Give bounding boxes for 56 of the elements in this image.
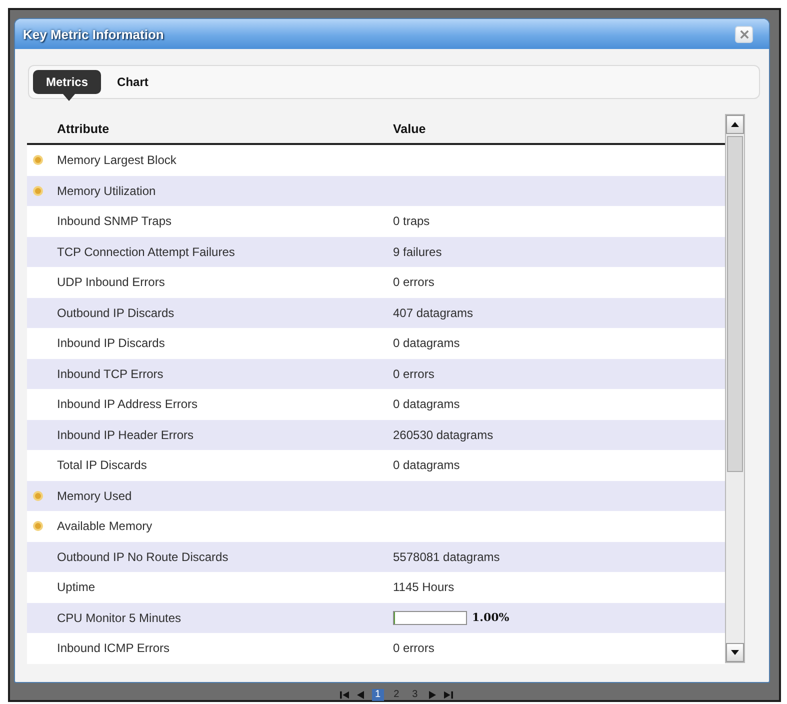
- value-cell: 0 datagrams: [393, 336, 460, 350]
- page-button[interactable]: 1: [372, 689, 384, 701]
- table-row[interactable]: Outbound IP Discards 407 datagrams: [27, 298, 725, 328]
- up-arrow-icon: [731, 122, 739, 127]
- first-page-icon[interactable]: [340, 691, 349, 699]
- scrollbar-thumb[interactable]: [727, 136, 743, 472]
- column-header[interactable]: Attribute: [57, 122, 393, 136]
- attribute-cell: Outbound IP Discards: [57, 306, 174, 320]
- attribute-cell: Total IP Discards: [57, 458, 147, 472]
- value-cell: 5578081 datagrams: [393, 550, 500, 564]
- scroll-down-button[interactable]: [726, 643, 744, 662]
- attribute-cell: TCP Connection Attempt Failures: [57, 244, 235, 259]
- value-cell: 0 errors: [393, 366, 434, 381]
- attribute-cell: Memory Used: [57, 488, 132, 503]
- attribute-cell: Available Memory: [57, 519, 152, 534]
- attribute-cell: Inbound IP Header Errors: [57, 428, 194, 442]
- attribute-cell: Memory Utilization: [57, 184, 156, 198]
- table-row[interactable]: Outbound IP No Route Discards 5578081 datagrams: [27, 542, 725, 572]
- down-arrow-icon: [731, 650, 739, 655]
- value-cell: 0 datagrams: [393, 397, 460, 412]
- attribute-cell: Inbound SNMP Traps: [57, 214, 172, 228]
- attribute-cell: Inbound ICMP Errors: [57, 641, 170, 656]
- attribute-cell: Memory Largest Block: [57, 153, 176, 168]
- scrollbar-track[interactable]: [725, 114, 745, 663]
- tab[interactable]: Chart: [107, 70, 158, 94]
- close-button[interactable]: [735, 26, 753, 42]
- table-row[interactable]: Memory Utilization: [27, 176, 725, 206]
- table-row[interactable]: TCP Connection Attempt Failures 9 failures: [27, 236, 725, 267]
- value-cell: 407 datagrams: [393, 306, 474, 320]
- attribute-cell: Inbound IP Discards: [57, 336, 165, 350]
- attribute-cell: Outbound IP No Route Discards: [57, 550, 228, 564]
- attribute-cell: CPU Monitor 5 Minutes: [57, 610, 182, 625]
- scroll-up-button[interactable]: [726, 115, 744, 134]
- value-cell: 1145 Hours: [393, 580, 454, 594]
- previous-page-icon[interactable]: [356, 691, 365, 699]
- value-cell: 0 datagrams: [393, 458, 460, 472]
- close-icon: [740, 30, 748, 38]
- tab-pointer-icon: [63, 94, 75, 101]
- attribute-cell: Inbound TCP Errors: [57, 366, 164, 381]
- attribute-cell: Uptime: [57, 580, 96, 594]
- value-cell: 0 errors: [393, 641, 434, 656]
- table-row[interactable]: Inbound TCP Errors 0 errors: [27, 358, 725, 389]
- table-row[interactable]: Memory Used: [27, 480, 725, 511]
- last-page-icon[interactable]: [444, 691, 453, 699]
- attribute-cell: Inbound IP Address Errors: [57, 397, 198, 412]
- value-cell: 0 traps: [393, 214, 430, 228]
- value-cell: 1.00%: [472, 611, 510, 624]
- value-cell: 260530 datagrams: [393, 428, 494, 442]
- next-page-icon[interactable]: [428, 691, 437, 699]
- table-row[interactable]: Inbound IP Header Errors 260530 datagrams: [27, 420, 725, 450]
- attribute-cell: UDP Inbound Errors: [57, 275, 165, 290]
- window-title: Key Metric Information: [23, 26, 164, 42]
- value-cell: 9 failures: [393, 244, 442, 259]
- column-header[interactable]: Value: [393, 122, 426, 136]
- value-cell: 0 errors: [393, 275, 434, 290]
- table-row[interactable]: CPU Monitor 5 Minutes 1.00%: [27, 602, 725, 633]
